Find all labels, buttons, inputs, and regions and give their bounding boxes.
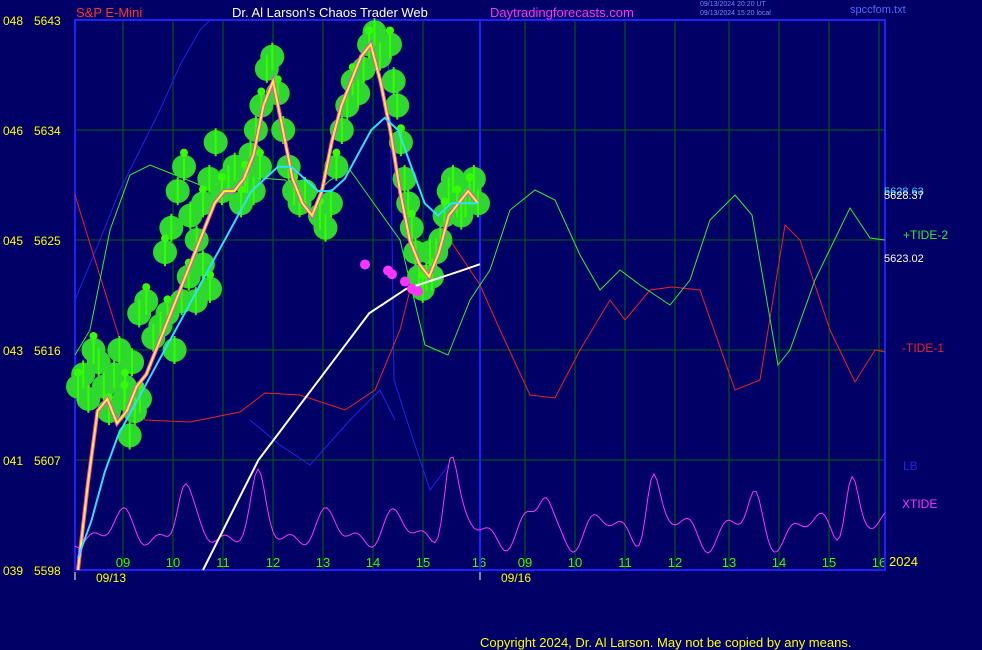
price-bar-tip: [256, 148, 264, 157]
x-tick-label: 11: [216, 555, 230, 570]
x-tick-label: 09: [116, 555, 130, 570]
x-tick-label: 10: [568, 555, 582, 570]
price-bar-tip: [121, 368, 129, 377]
x-tick-label: 12: [266, 555, 280, 570]
y-tick-index: 039: [3, 564, 23, 578]
lb-label: LB: [903, 459, 918, 473]
y-tick-index: 043: [3, 344, 23, 358]
y-tick-index: 045: [3, 234, 23, 248]
price-bar-tip: [407, 209, 416, 218]
magenta-dot: [387, 269, 397, 280]
price-bar-tip: [365, 26, 374, 35]
date-label: 09/16: [501, 571, 531, 585]
y-tick-price: 5625: [34, 234, 61, 248]
y-tick-price: 5616: [34, 344, 61, 358]
slow-average-line: [202, 263, 481, 571]
magenta-dot: [400, 276, 410, 287]
price-bar-tip: [332, 148, 341, 157]
price-bar-tip: [163, 295, 172, 304]
price-label-slow: 5623.02: [884, 253, 924, 265]
x-tick-label: 14: [772, 555, 786, 570]
site-link[interactable]: Daytradingforecasts.com: [490, 5, 634, 20]
price-bar-tip: [386, 26, 394, 35]
y-tick-index: 046: [3, 124, 23, 138]
x-tick-label: 13: [722, 555, 736, 570]
y-tick-price: 5634: [34, 124, 61, 138]
chart-title: Dr. Al Larson's Chaos Trader Web: [232, 5, 428, 20]
xtide-label: XTIDE: [902, 497, 937, 511]
x-tick-label: 12: [668, 555, 682, 570]
year-label: 2024: [889, 554, 918, 569]
data-filename: spccfom.txt: [850, 4, 906, 16]
price-label-lower: 5628.37: [884, 190, 924, 202]
price-bar-tip: [257, 87, 266, 96]
tide2-label: +TIDE-2: [903, 228, 948, 242]
magenta-dot: [413, 286, 423, 297]
price-bar-tip: [440, 197, 449, 206]
x-tick-label: 09: [518, 555, 532, 570]
x-tick-label: 13: [316, 555, 330, 570]
price-bar-tip: [465, 173, 474, 182]
price-bar-tip: [218, 173, 226, 182]
x-tick-label: 15: [416, 555, 430, 570]
price-bar-tip: [142, 283, 151, 292]
x-tick-label: 14: [366, 555, 380, 570]
date-label: 09/13: [96, 571, 126, 585]
y-tick-price: 5607: [34, 454, 61, 468]
price-bar-tip: [453, 185, 462, 194]
symbol-label: S&P E-Mini: [76, 5, 143, 20]
price-bar-tip: [89, 332, 98, 340]
y-tick-price: 5598: [34, 564, 61, 578]
magenta-dot: [360, 259, 370, 270]
price-bar-tip: [199, 185, 207, 194]
y-tick-index: 048: [3, 14, 23, 28]
timestamp-local: 09/13/2024 15:20 local: [700, 10, 771, 17]
copyright-notice: Copyright 2024, Dr. Al Larson. May not b…: [480, 635, 852, 650]
chaos-trader-chart: 048 5643 046 5634 045 5625 043 5616 041 5607 039 55…: [3, 14, 948, 585]
tide1-label: -TIDE-1: [902, 341, 944, 355]
y-tick-price: 5643: [34, 14, 61, 28]
x-tick-label: 15: [822, 555, 836, 570]
y-tick-index: 041: [3, 454, 23, 468]
x-tick-label: 10: [166, 555, 180, 570]
price-bar-tip: [161, 234, 169, 243]
mid-average-line: [77, 116, 478, 559]
timestamp-ut: 09/13/2024 20:20 UT: [700, 1, 766, 8]
price-bar-tip: [74, 368, 82, 377]
price-bar-tip: [180, 148, 188, 157]
x-tick-label: 11: [618, 555, 632, 570]
